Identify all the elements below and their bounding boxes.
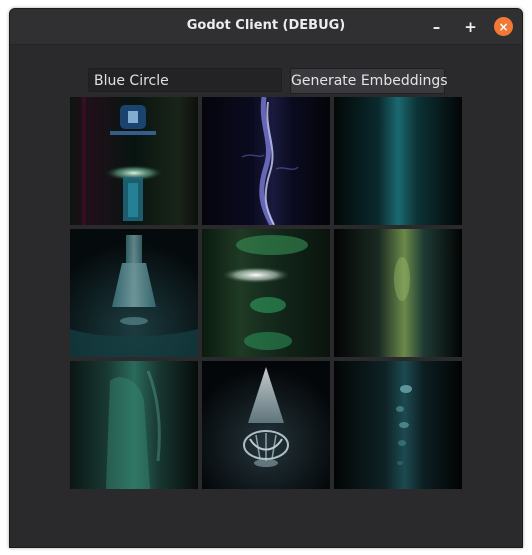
generated-image-9[interactable] <box>334 361 462 489</box>
minimize-icon: – <box>432 17 441 36</box>
generated-image-8-picture <box>202 361 330 489</box>
generated-image-2-picture <box>202 97 330 225</box>
maximize-button[interactable]: + <box>461 17 480 36</box>
title-bar[interactable]: Godot Client (DEBUG) – + × <box>10 9 522 45</box>
main-panel: Blue Circle Generate Embeddings <box>10 45 522 547</box>
generated-image-9-picture <box>334 361 462 489</box>
maximize-icon: + <box>464 17 477 36</box>
image-grid <box>70 97 463 490</box>
generated-image-6-picture <box>334 229 462 357</box>
generated-image-6[interactable] <box>334 229 462 357</box>
minimize-button[interactable]: – <box>427 17 446 36</box>
close-icon: × <box>498 19 509 34</box>
generated-image-7-picture <box>70 361 198 489</box>
prompt-input[interactable]: Blue Circle <box>88 68 282 92</box>
generated-image-7[interactable] <box>70 361 198 489</box>
generate-embeddings-button[interactable]: Generate Embeddings <box>290 68 448 94</box>
generated-image-4[interactable] <box>70 229 198 357</box>
generated-image-5-picture <box>202 229 330 357</box>
generated-image-4-picture <box>70 229 198 357</box>
generated-image-1-picture <box>70 97 198 225</box>
app-window: Godot Client (DEBUG) – + × Blue Circle G… <box>9 8 523 548</box>
generated-image-3-picture <box>334 97 462 225</box>
generated-image-3[interactable] <box>334 97 462 225</box>
close-button[interactable]: × <box>494 17 513 36</box>
generated-image-1[interactable] <box>70 97 198 225</box>
generated-image-8[interactable] <box>202 361 330 489</box>
generated-image-2[interactable] <box>202 97 330 225</box>
generated-image-5[interactable] <box>202 229 330 357</box>
